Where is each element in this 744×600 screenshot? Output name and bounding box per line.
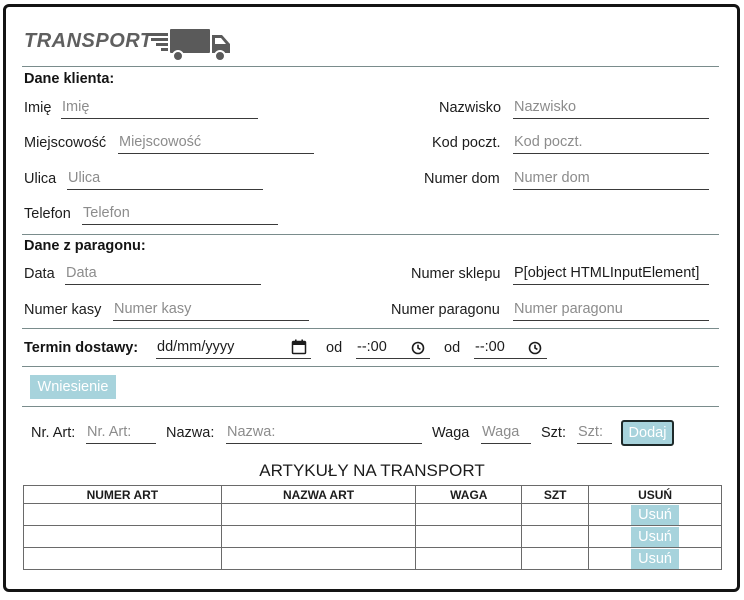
table-cell	[521, 525, 590, 548]
telefon-label: Telefon	[24, 206, 71, 222]
numer-kasy-label: Numer kasy	[24, 302, 102, 318]
numer-sklepu-input[interactable]: P[object HTMLInputElement]	[513, 263, 709, 285]
table-cell	[415, 525, 523, 548]
table-cell	[415, 547, 523, 570]
ulica-label: Ulica	[24, 171, 57, 187]
table-cell	[220, 503, 417, 526]
nr-art-input[interactable]: Nr. Art:	[86, 422, 156, 444]
divider	[22, 66, 719, 67]
table-cell	[23, 547, 222, 570]
miejscowosc-input[interactable]: Miejscowość	[118, 132, 314, 154]
clock-icon[interactable]	[411, 341, 425, 355]
nazwisko-label: Nazwisko	[439, 100, 502, 116]
table-cell	[415, 503, 523, 526]
col-waga: WAGA	[415, 485, 523, 504]
od-label-1: od	[326, 340, 343, 356]
brand-title: TRANSPORT	[24, 30, 153, 52]
client-section-title: Dane klienta:	[24, 71, 115, 87]
table-header-row: NUMER ART NAZWA ART WAGA SZT USUŃ	[23, 485, 722, 504]
table-cell	[521, 503, 590, 526]
receipt-section-title: Dane z paragonu:	[24, 238, 146, 254]
col-nazwa-art: NAZWA ART	[220, 485, 417, 504]
col-usun: USUŃ	[588, 485, 722, 504]
nazwa-label: Nazwa:	[166, 425, 215, 441]
nr-art-label: Nr. Art:	[31, 425, 76, 441]
numer-paragonu-input[interactable]: Numer paragonu	[513, 299, 709, 321]
wniesienie-button[interactable]: Wniesienie	[30, 375, 116, 399]
imie-label: Imię	[24, 100, 52, 116]
kod-pocztowy-label: Kod poczt.	[432, 135, 501, 151]
articles-table: NUMER ART NAZWA ART WAGA SZT USUŃ Usuń U…	[23, 485, 722, 570]
numer-dom-label: Numer dom	[424, 171, 500, 187]
miejscowosc-label: Miejscowość	[24, 135, 107, 151]
imie-input[interactable]: Imię	[61, 97, 258, 119]
table-title: ARTYKUŁY NA TRANSPORT	[259, 461, 485, 480]
delivery-label: Termin dostawy:	[24, 340, 139, 356]
col-numer-art: NUMER ART	[23, 485, 222, 504]
table-row: Usuń	[23, 503, 722, 526]
data-label: Data	[24, 266, 55, 282]
table-row: Usuń	[23, 525, 722, 548]
table-cell	[23, 525, 222, 548]
delivery-date-value: dd/mm/yyyy	[157, 339, 235, 355]
usun-button[interactable]: Usuń	[631, 548, 680, 569]
dodaj-button[interactable]: Dodaj	[621, 420, 674, 446]
col-szt: SZT	[521, 485, 590, 504]
divider	[22, 328, 719, 329]
table-cell	[220, 547, 417, 570]
table-row: Usuń	[23, 547, 722, 570]
numer-paragonu-label: Numer paragonu	[391, 302, 500, 318]
numer-dom-input[interactable]: Numer dom	[513, 168, 709, 190]
nazwisko-input[interactable]: Nazwisko	[513, 97, 709, 119]
truck-icon	[146, 29, 230, 62]
divider	[22, 406, 719, 407]
table-cell	[220, 525, 417, 548]
divider	[22, 366, 719, 367]
numer-kasy-input[interactable]: Numer kasy	[113, 299, 309, 321]
table-cell: Usuń	[588, 547, 722, 570]
numer-sklepu-label: Numer sklepu	[411, 266, 501, 282]
usun-button[interactable]: Usuń	[631, 526, 680, 547]
calendar-icon[interactable]	[291, 339, 307, 355]
data-input[interactable]: Data	[65, 263, 261, 285]
divider	[22, 234, 719, 235]
table-cell	[521, 547, 590, 570]
table-cell	[23, 503, 222, 526]
time-to-value: --:00	[475, 339, 505, 355]
ulica-input[interactable]: Ulica	[67, 168, 263, 190]
table-cell: Usuń	[588, 525, 722, 548]
od-label-2: od	[444, 340, 461, 356]
nazwa-input[interactable]: Nazwa:	[226, 422, 422, 444]
kod-pocztowy-input[interactable]: Kod poczt.	[513, 132, 709, 154]
delivery-date-input[interactable]: dd/mm/yyyy	[156, 337, 311, 359]
usun-button[interactable]: Usuń	[631, 504, 680, 525]
waga-input[interactable]: Waga	[481, 422, 531, 444]
table-cell: Usuń	[588, 503, 722, 526]
telefon-input[interactable]: Telefon	[82, 203, 278, 225]
szt-label: Szt:	[541, 425, 566, 441]
waga-label: Waga	[432, 425, 470, 441]
clock-icon[interactable]	[528, 341, 542, 355]
szt-input[interactable]: Szt:	[577, 422, 612, 444]
time-from-value: --:00	[357, 339, 387, 355]
